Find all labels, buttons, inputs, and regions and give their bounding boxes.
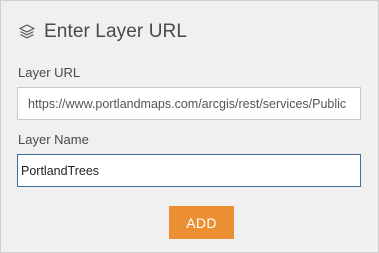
add-button[interactable]: ADD <box>169 206 234 239</box>
layer-url-label: Layer URL <box>18 65 81 80</box>
panel-title: Enter Layer URL <box>44 21 188 42</box>
layer-url-input[interactable] <box>17 87 361 120</box>
add-layer-panel: Enter Layer URL Layer URL Layer Name ADD <box>0 0 379 253</box>
layers-icon <box>18 23 36 41</box>
layer-name-input[interactable] <box>17 154 361 187</box>
layer-name-label: Layer Name <box>18 132 89 147</box>
panel-header: Enter Layer URL <box>18 19 187 45</box>
